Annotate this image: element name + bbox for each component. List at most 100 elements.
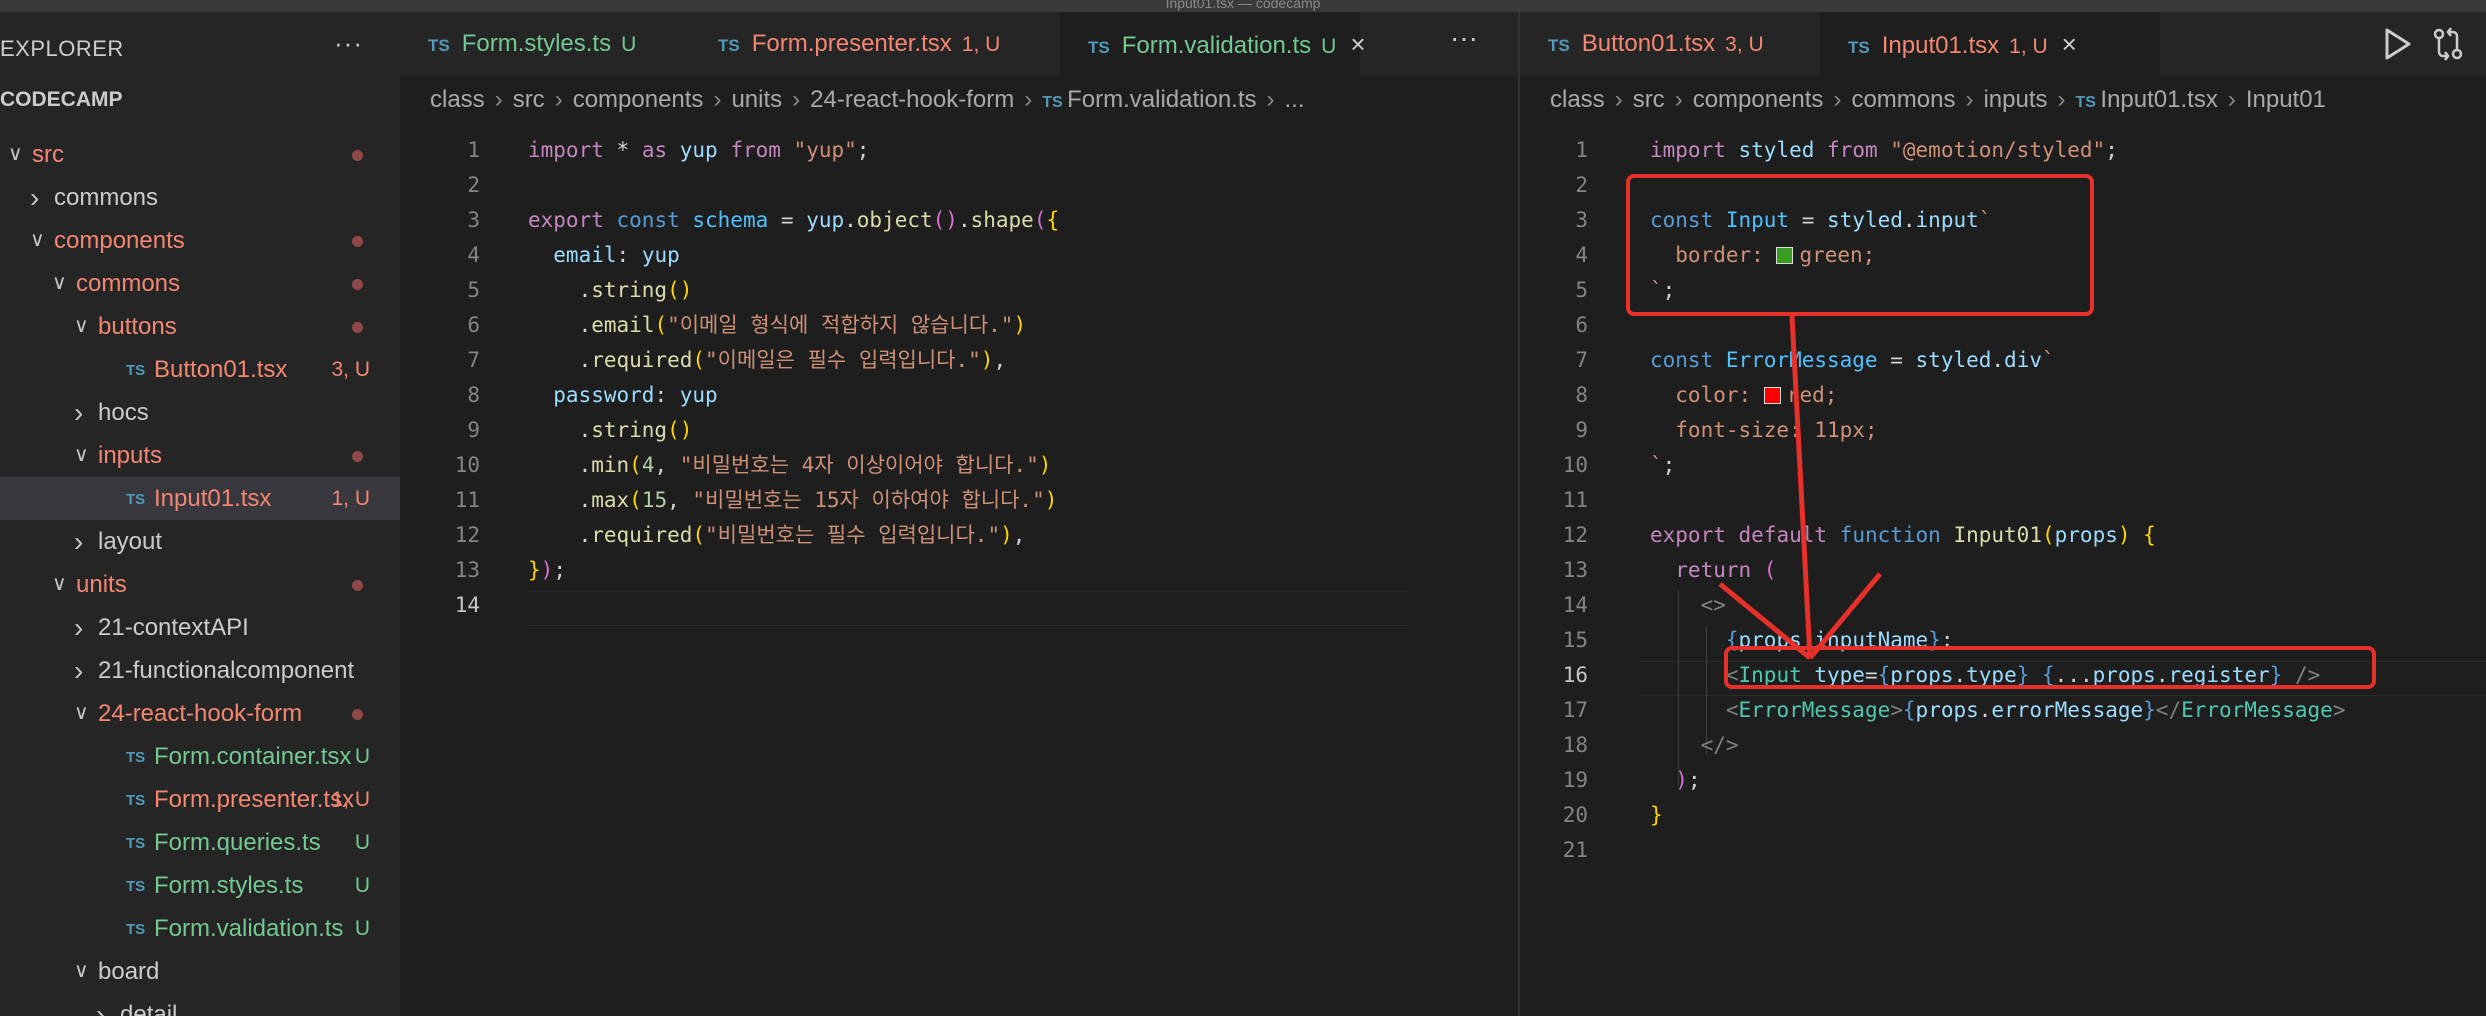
- close-icon[interactable]: ×: [1350, 29, 1365, 59]
- typescript-file-icon: TS: [126, 362, 146, 379]
- breadcrumb-separator-icon: ›: [792, 86, 801, 113]
- tree-item-label: 24-react-hook-form: [98, 700, 303, 727]
- tree-file-item[interactable]: TS Form.presenter.tsx 1, U: [0, 778, 400, 821]
- editor-tab[interactable]: TS Form.validation.ts U ×: [1060, 12, 1366, 76]
- tab-label: Form.validation.ts: [1121, 32, 1312, 59]
- line-number: 12: [454, 523, 480, 547]
- left-tab-bar: TS Form.styles.ts U TS Form.presenter.tsx 1, …: [400, 12, 1518, 76]
- code-token: password: [528, 383, 655, 407]
- tree-folder-item[interactable]: › layout: [0, 520, 400, 563]
- breadcrumb-separator-icon: ›: [1024, 86, 1033, 113]
- code-text: .required("이메일은 필수 입력입니다."),: [528, 343, 1007, 378]
- breadcrumb-item[interactable]: class: [430, 86, 485, 113]
- typescript-file-icon: TS: [718, 36, 740, 55]
- editor-tab[interactable]: TS Form.styles.ts U: [400, 12, 690, 76]
- breadcrumb-item[interactable]: ...: [1285, 86, 1305, 113]
- code-token: ): [540, 558, 554, 582]
- title-bar: Input01.tsx — codecamp: [0, 0, 2486, 12]
- tree-folder-item[interactable]: › hocs: [0, 391, 400, 434]
- tree-file-item[interactable]: TS Input01.tsx 1, U: [0, 477, 400, 520]
- code-text: .required("비밀번호는 필수 입력입니다."),: [528, 518, 1026, 553]
- tree-item-label: commons: [54, 184, 159, 211]
- modified-dot-icon: [352, 236, 363, 247]
- chevron-down-icon: ∨: [74, 444, 89, 466]
- code-token: ): [980, 348, 994, 372]
- code-line: 5 .string(): [400, 273, 1500, 308]
- code-token: :: [616, 243, 642, 267]
- tree-folder-item[interactable]: › detail: [0, 993, 400, 1016]
- breadcrumb-item[interactable]: 24-react-hook-form: [810, 86, 1014, 113]
- code-token: yup: [806, 208, 845, 232]
- tree-folder-item[interactable]: › commons: [0, 176, 400, 219]
- tab-status: U: [1321, 35, 1337, 58]
- code-token: yup: [641, 243, 680, 267]
- tree-item-label: layout: [98, 528, 163, 555]
- git-status-badge: U: [354, 745, 370, 768]
- code-text: .string(): [528, 273, 693, 308]
- tab-label: Form.presenter.tsx: [751, 30, 952, 57]
- code-token: *: [616, 138, 642, 162]
- code-token: ): [1044, 488, 1058, 512]
- code-token: (: [629, 488, 642, 512]
- tree-folder-item[interactable]: › 21-functionalcomponent: [0, 649, 400, 692]
- annotation-arrow-left-stroke: [1718, 582, 1812, 660]
- git-status-badge: U: [354, 917, 370, 940]
- typescript-file-icon: TS: [1088, 38, 1110, 57]
- tree-folder-item[interactable]: ∨ board: [0, 950, 400, 993]
- breadcrumb-item[interactable]: Form.validation.ts: [1067, 86, 1256, 113]
- annotation-arrows: [1718, 315, 1882, 660]
- breadcrumb-item[interactable]: src: [513, 86, 545, 113]
- code-token: (: [629, 453, 642, 477]
- code-token: ,: [667, 488, 693, 512]
- code-line: 1 import * as yup from "yup";: [400, 133, 1500, 168]
- tree-folder-item[interactable]: ∨ src: [0, 133, 400, 176]
- breadcrumb-separator-icon: ›: [494, 86, 503, 113]
- tree-folder-item[interactable]: › 21-contextAPI: [0, 606, 400, 649]
- breadcrumb-item[interactable]: units: [731, 86, 782, 113]
- code-token: (: [1033, 208, 1047, 232]
- explorer-more-icon[interactable]: ···: [334, 28, 363, 59]
- tree-folder-item[interactable]: ∨ units: [0, 563, 400, 606]
- code-token: }: [528, 558, 541, 582]
- code-token: "비밀번호는 4자 이상이어야 합니다.": [679, 453, 1039, 477]
- code-token: .: [528, 523, 592, 547]
- tree-file-item[interactable]: TS Button01.tsx 3, U: [0, 348, 400, 391]
- code-token: object: [856, 208, 933, 232]
- tab-label: Form.styles.ts: [461, 30, 612, 57]
- code-token: "비밀번호는 필수 입력입니다.": [705, 523, 1001, 547]
- left-tabs-more-icon[interactable]: ···: [1450, 22, 1478, 54]
- explorer-header: EXPLORER ··· CODECAMP: [0, 12, 400, 111]
- left-code-editor[interactable]: 1 import * as yup from "yup"; 2 3 export con…: [400, 133, 1500, 623]
- chevron-down-icon: ∨: [74, 702, 89, 724]
- chevron-right-icon: ›: [74, 612, 84, 643]
- code-text: export const schema = yup.object().shape…: [528, 203, 1059, 238]
- tree-folder-item[interactable]: ∨ buttons: [0, 305, 400, 348]
- tree-item-label: Form.presenter.tsx: [154, 786, 355, 813]
- editor-tab[interactable]: TS Form.presenter.tsx 1, U: [690, 12, 1060, 76]
- typescript-file-icon: TS: [1042, 94, 1068, 111]
- modified-dot-icon: [352, 150, 363, 161]
- code-token: from: [730, 138, 794, 162]
- tree-file-item[interactable]: TS Form.validation.ts U: [0, 907, 400, 950]
- tree-folder-item[interactable]: ∨ commons: [0, 262, 400, 305]
- tree-folder-item[interactable]: ∨ 24-react-hook-form: [0, 692, 400, 735]
- modified-dot-icon: [352, 709, 363, 720]
- tree-item-label: buttons: [98, 313, 177, 340]
- annotation-arrow-line: [1789, 315, 1813, 659]
- typescript-file-icon: TS: [126, 921, 146, 938]
- tree-folder-item[interactable]: ∨ components: [0, 219, 400, 262]
- git-status-badge: 1, U: [331, 788, 370, 811]
- workspace-root[interactable]: CODECAMP: [0, 88, 123, 112]
- tree-file-item[interactable]: TS Form.queries.ts U: [0, 821, 400, 864]
- code-line: 9 .string(): [400, 413, 1500, 448]
- code-token: (: [654, 313, 668, 337]
- code-token: required: [591, 348, 693, 372]
- tree-file-item[interactable]: TS Form.styles.ts U: [0, 864, 400, 907]
- tree-item-label: units: [76, 571, 127, 598]
- tree-file-item[interactable]: TS Form.container.tsx U: [0, 735, 400, 778]
- tree-item-label: 21-functionalcomponent: [98, 657, 355, 684]
- typescript-file-icon: TS: [428, 36, 450, 55]
- code-token: .: [528, 278, 592, 302]
- breadcrumb-item[interactable]: components: [573, 86, 704, 113]
- tree-folder-item[interactable]: ∨ inputs: [0, 434, 400, 477]
